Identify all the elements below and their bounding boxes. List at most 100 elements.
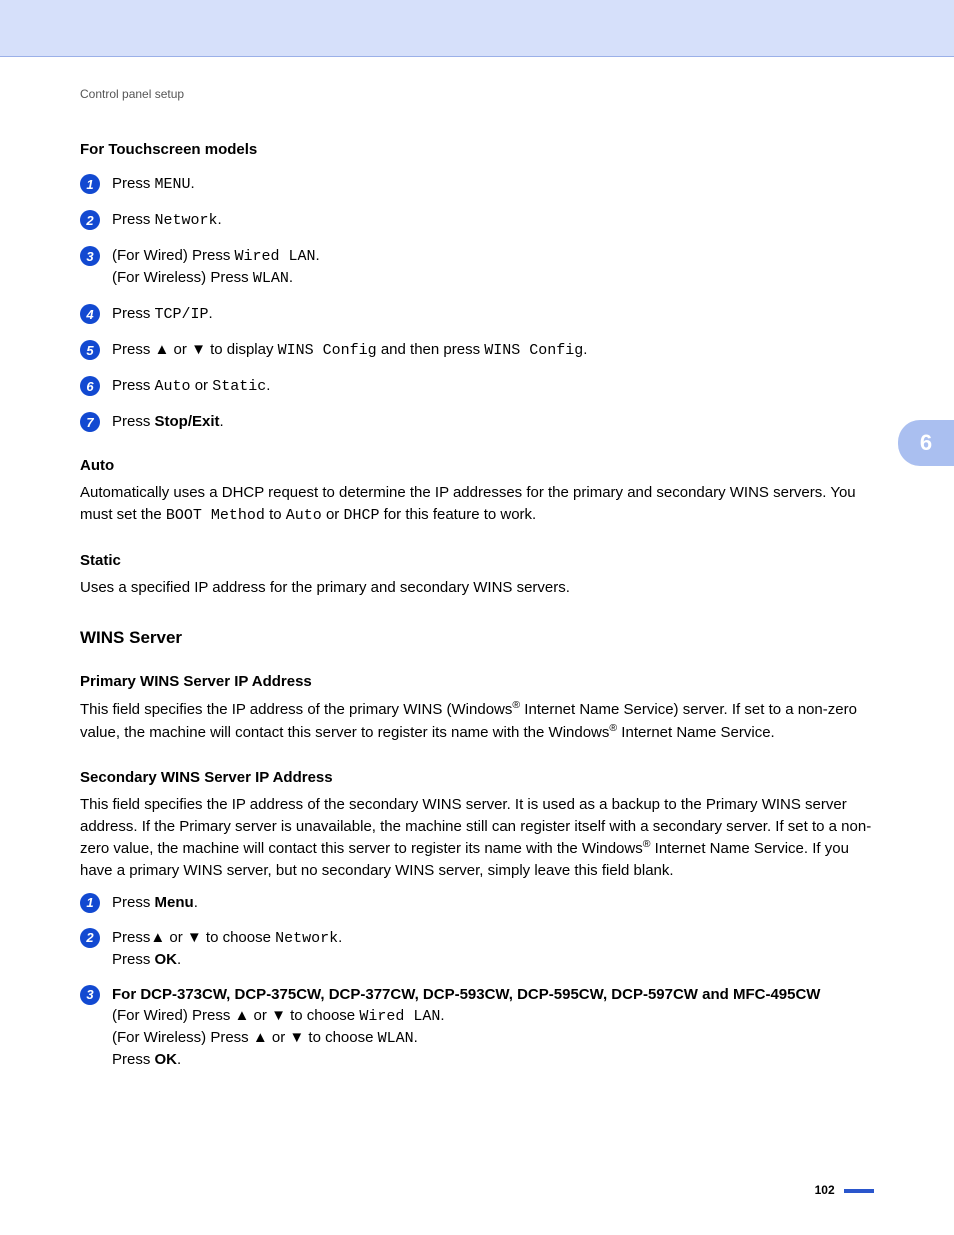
step-body: (For Wired) Press Wired LAN. (For Wirele… xyxy=(112,245,874,289)
step-6: 6 Press Auto or Static. xyxy=(80,375,874,397)
down-arrow-icon: ▼ xyxy=(191,341,206,358)
down-arrow-icon: ▼ xyxy=(187,929,202,946)
text: This field specifies the IP address of t… xyxy=(80,701,512,718)
chapter-number: 6 xyxy=(920,430,932,456)
step-body: For DCP-373CW, DCP-375CW, DCP-377CW, DCP… xyxy=(112,984,874,1070)
step-body: Press Stop/Exit. xyxy=(112,411,874,432)
auto-heading: Auto xyxy=(80,457,874,474)
ok-label: OK xyxy=(155,1051,178,1068)
text: . xyxy=(177,1051,181,1068)
text: or xyxy=(249,1007,271,1024)
up-arrow-icon: ▲ xyxy=(155,341,170,358)
text: or xyxy=(191,377,213,394)
secondary-wins-heading: Secondary WINS Server IP Address xyxy=(80,769,874,786)
text: (For Wired) Press xyxy=(112,1007,235,1024)
text: . xyxy=(209,305,213,322)
text: Press xyxy=(112,377,155,394)
text: (For Wireless) Press xyxy=(112,269,253,286)
text: or xyxy=(322,506,344,523)
page-number: 102 xyxy=(815,1183,874,1197)
text: and then press xyxy=(377,341,485,358)
page: 6 Control panel setup For Touchscreen mo… xyxy=(0,0,954,1235)
step-body: Press▲ or ▼ to choose Network. Press OK. xyxy=(112,927,874,970)
wins-step-3: 3 For DCP-373CW, DCP-375CW, DCP-377CW, D… xyxy=(80,984,874,1070)
text: to xyxy=(265,506,286,523)
text: . xyxy=(191,175,195,192)
wlan-literal: WLAN xyxy=(253,270,289,287)
wlan-literal: WLAN xyxy=(378,1030,414,1047)
step-number-icon: 2 xyxy=(80,928,100,948)
step-number-icon: 7 xyxy=(80,412,100,432)
registered-icon: ® xyxy=(512,699,520,711)
static-heading: Static xyxy=(80,552,874,569)
step-7: 7 Press Stop/Exit. xyxy=(80,411,874,432)
text: Press xyxy=(112,341,155,358)
text: (For Wireless) Press xyxy=(112,1029,253,1046)
step-number-icon: 5 xyxy=(80,340,100,360)
tcpip-literal: TCP/IP xyxy=(155,306,209,323)
step-2: 2 Press Network. xyxy=(80,209,874,231)
step-number-icon: 6 xyxy=(80,376,100,396)
step-5: 5 Press ▲ or ▼ to display WINS Config an… xyxy=(80,339,874,361)
step-4: 4 Press TCP/IP. xyxy=(80,303,874,325)
top-banner xyxy=(0,0,954,57)
text: Press xyxy=(112,951,155,968)
step-number-icon: 1 xyxy=(80,893,100,913)
secondary-wins-paragraph: This field specifies the IP address of t… xyxy=(80,794,874,882)
step-body: Press Auto or Static. xyxy=(112,375,874,397)
text: Press xyxy=(112,175,155,192)
text: for this feature to work. xyxy=(379,506,536,523)
text: to choose xyxy=(202,929,275,946)
wins-config-literal: WINS Config xyxy=(278,342,377,359)
text: Press xyxy=(112,211,155,228)
breadcrumb: Control panel setup xyxy=(80,87,874,101)
menu-literal: MENU xyxy=(155,176,191,193)
step-1: 1 Press MENU. xyxy=(80,173,874,195)
step-number-icon: 3 xyxy=(80,985,100,1005)
network-literal: Network xyxy=(275,930,338,947)
text: Press xyxy=(112,1051,155,1068)
text: or xyxy=(169,341,191,358)
up-arrow-icon: ▲ xyxy=(235,1007,250,1024)
step-body: Press MENU. xyxy=(112,173,874,195)
text: . xyxy=(220,413,224,430)
wired-lan-literal: Wired LAN xyxy=(359,1008,440,1025)
wins-step-2: 2 Press▲ or ▼ to choose Network. Press O… xyxy=(80,927,874,970)
down-arrow-icon: ▼ xyxy=(289,1029,304,1046)
text: . xyxy=(583,341,587,358)
network-literal: Network xyxy=(155,212,218,229)
text: . xyxy=(194,894,198,911)
section-title-touchscreen: For Touchscreen models xyxy=(80,141,874,158)
chapter-tab: 6 xyxy=(898,420,954,466)
text: to display xyxy=(206,341,278,358)
text: . xyxy=(218,211,222,228)
up-arrow-icon: ▲ xyxy=(253,1029,268,1046)
registered-icon: ® xyxy=(609,722,617,734)
step-number-icon: 4 xyxy=(80,304,100,324)
text: to choose xyxy=(304,1029,377,1046)
text: to choose xyxy=(286,1007,359,1024)
primary-wins-paragraph: This field specifies the IP address of t… xyxy=(80,698,874,744)
step-number-icon: 2 xyxy=(80,210,100,230)
auto-paragraph: Automatically uses a DHCP request to det… xyxy=(80,482,874,527)
text: Press xyxy=(112,413,155,430)
page-number-text: 102 xyxy=(815,1183,835,1197)
text: . xyxy=(414,1029,418,1046)
step-body: Press Menu. xyxy=(112,892,874,913)
text: . xyxy=(177,951,181,968)
step-number-icon: 1 xyxy=(80,174,100,194)
down-arrow-icon: ▼ xyxy=(271,1007,286,1024)
ok-label: OK xyxy=(155,951,178,968)
step-body: Press ▲ or ▼ to display WINS Config and … xyxy=(112,339,874,361)
text: or xyxy=(268,1029,290,1046)
stop-exit-label: Stop/Exit xyxy=(155,413,220,430)
text: . xyxy=(338,929,342,946)
auto-literal: Auto xyxy=(155,378,191,395)
step-3: 3 (For Wired) Press Wired LAN. (For Wire… xyxy=(80,245,874,289)
page-number-bar-icon xyxy=(844,1189,874,1193)
text: Internet Name Service. xyxy=(617,724,775,741)
step-body: Press TCP/IP. xyxy=(112,303,874,325)
up-arrow-icon: ▲ xyxy=(150,929,165,946)
step-body: Press Network. xyxy=(112,209,874,231)
text: . xyxy=(289,269,293,286)
